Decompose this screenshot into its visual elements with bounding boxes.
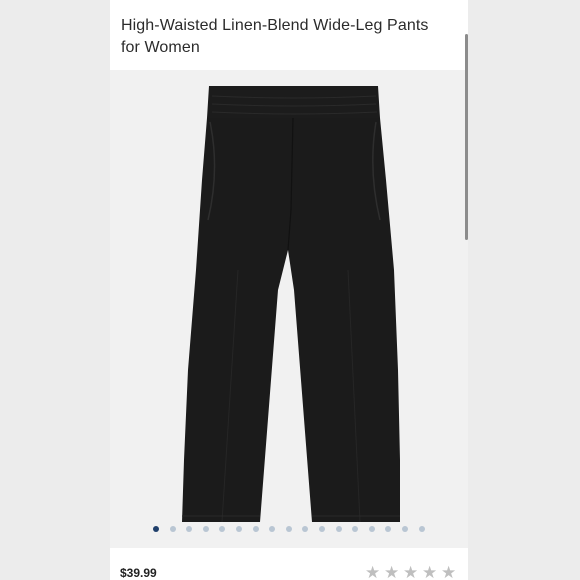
carousel-dot[interactable]	[385, 526, 392, 532]
carousel-dot[interactable]	[302, 526, 309, 532]
product-image[interactable]	[110, 70, 468, 548]
carousel-dot[interactable]	[236, 526, 242, 532]
left-backdrop	[0, 0, 110, 580]
carousel-dot[interactable]	[169, 526, 176, 532]
carousel-indicators	[110, 526, 468, 536]
carousel-dot[interactable]	[285, 526, 292, 532]
carousel-dot[interactable]	[352, 526, 359, 532]
product-card: High-Waisted Linen-Blend Wide-Leg Pants …	[110, 0, 468, 580]
carousel-dot[interactable]	[319, 526, 325, 532]
carousel-dot[interactable]	[153, 526, 159, 532]
carousel-dot[interactable]	[186, 526, 193, 532]
carousel-dot[interactable]	[269, 526, 276, 532]
carousel-dot[interactable]	[368, 526, 375, 532]
right-backdrop	[468, 0, 580, 580]
price: $39.99	[120, 566, 157, 580]
carousel-dot[interactable]	[252, 526, 259, 532]
star-icon[interactable]: ★	[403, 564, 418, 580]
carousel-dot[interactable]	[402, 526, 408, 532]
carousel-dot[interactable]	[418, 526, 425, 532]
star-icon[interactable]: ★	[422, 564, 437, 580]
star-icon[interactable]: ★	[365, 564, 380, 580]
scrollbar[interactable]	[465, 34, 468, 240]
carousel-dot[interactable]	[335, 526, 342, 532]
product-title: High-Waisted Linen-Blend Wide-Leg Pants …	[121, 17, 429, 56]
pants-image	[182, 86, 400, 523]
carousel-dot[interactable]	[219, 526, 226, 532]
star-icon[interactable]: ★	[441, 564, 456, 580]
carousel-dot[interactable]	[202, 526, 209, 532]
star-icon[interactable]: ★	[384, 564, 399, 580]
